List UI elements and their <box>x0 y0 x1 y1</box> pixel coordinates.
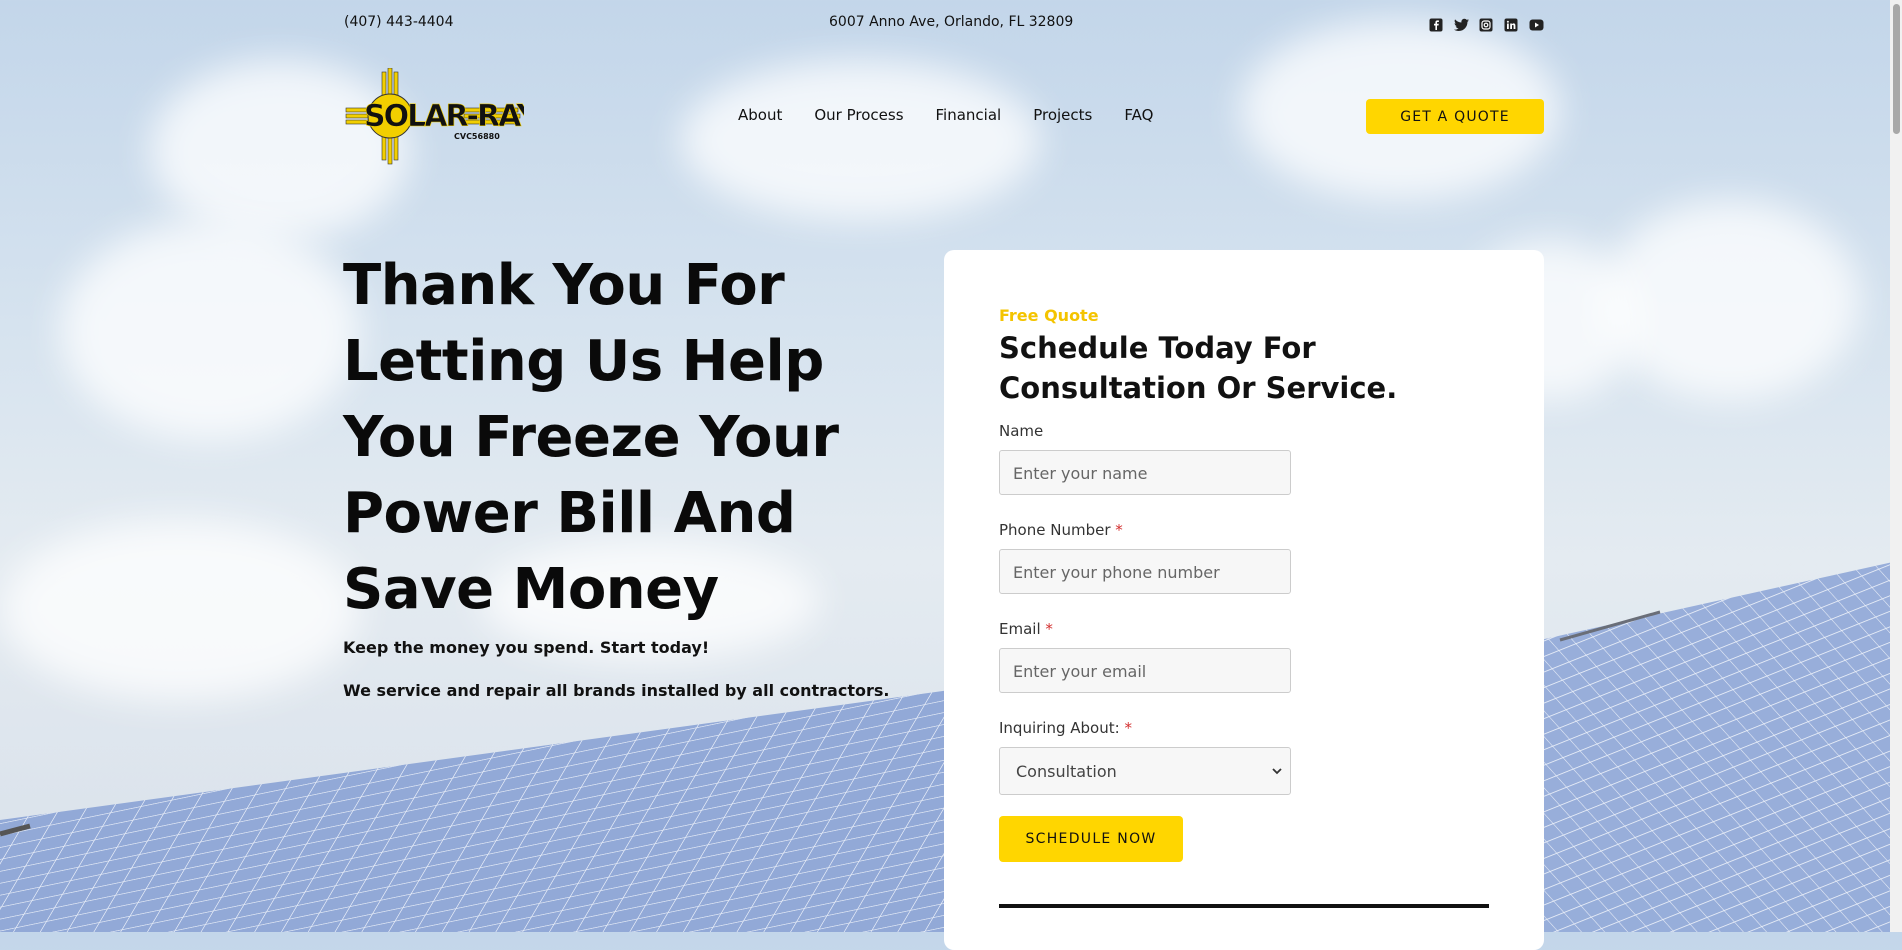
main-navigation: SOLAR-RAY CVC56880 About Our Process Fin… <box>0 58 1890 178</box>
get-a-quote-button[interactable]: GET A QUOTE <box>1366 99 1544 134</box>
email-field[interactable]: Enter your email <box>999 648 1291 693</box>
instagram-icon[interactable] <box>1479 17 1494 32</box>
inquiry-select[interactable]: Consultation <box>999 747 1291 795</box>
hero-section: Thank You For Letting Us Help You Freeze… <box>343 248 933 700</box>
linkedin-icon[interactable] <box>1504 17 1519 32</box>
inquiry-label: Inquiring About: * <box>999 719 1132 737</box>
name-label: Name <box>999 422 1044 440</box>
required-mark: * <box>1045 620 1053 638</box>
youtube-icon[interactable] <box>1529 17 1544 32</box>
nav-item-projects[interactable]: Projects <box>1033 106 1092 124</box>
page-scrollbar[interactable] <box>1890 0 1902 932</box>
name-field[interactable]: Enter your name <box>999 450 1291 495</box>
top-contact-bar: (407) 443-4404 6007 Anno Ave, Orlando, F… <box>0 0 1890 50</box>
form-divider <box>999 904 1489 908</box>
hero-tagline: Keep the money you spend. Start today! <box>343 638 710 657</box>
solar-ray-logo[interactable]: SOLAR-RAY CVC56880 <box>344 67 542 168</box>
required-mark: * <box>1124 719 1132 737</box>
chevron-down-icon <box>1272 748 1282 816</box>
schedule-now-button[interactable]: SCHEDULE NOW <box>999 816 1183 862</box>
nav-item-financial[interactable]: Financial <box>936 106 1002 124</box>
form-title: Schedule Today For Consultation Or Servi… <box>999 331 1398 405</box>
phone-number[interactable]: (407) 443-4404 <box>344 14 454 30</box>
nav-item-about[interactable]: About <box>738 106 782 124</box>
svg-text:CVC56880: CVC56880 <box>454 132 500 141</box>
facebook-icon[interactable] <box>1429 17 1444 32</box>
inquiry-selected-value: Consultation <box>1016 762 1117 781</box>
address: 6007 Anno Ave, Orlando, FL 32809 <box>829 14 1074 30</box>
phone-field[interactable]: Enter your phone number <box>999 549 1291 594</box>
email-label: Email * <box>999 620 1053 638</box>
hero-service-note: We service and repair all brands install… <box>343 681 890 700</box>
nav-menu: About Our Process Financial Projects FAQ <box>738 106 1153 124</box>
phone-label: Phone Number * <box>999 521 1123 539</box>
nav-item-faq[interactable]: FAQ <box>1124 106 1153 124</box>
required-mark: * <box>1115 521 1123 539</box>
twitter-icon[interactable] <box>1454 17 1469 32</box>
scrollbar-thumb[interactable] <box>1893 4 1900 134</box>
form-kicker: Free Quote <box>999 306 1099 325</box>
quote-form-card: Free Quote Schedule Today For Consultati… <box>944 250 1544 950</box>
social-links <box>1429 17 1544 32</box>
hero-title: Thank You For Letting Us Help You Freeze… <box>343 253 839 622</box>
nav-item-our-process[interactable]: Our Process <box>814 106 903 124</box>
svg-text:SOLAR-RAY: SOLAR-RAY <box>364 99 524 134</box>
